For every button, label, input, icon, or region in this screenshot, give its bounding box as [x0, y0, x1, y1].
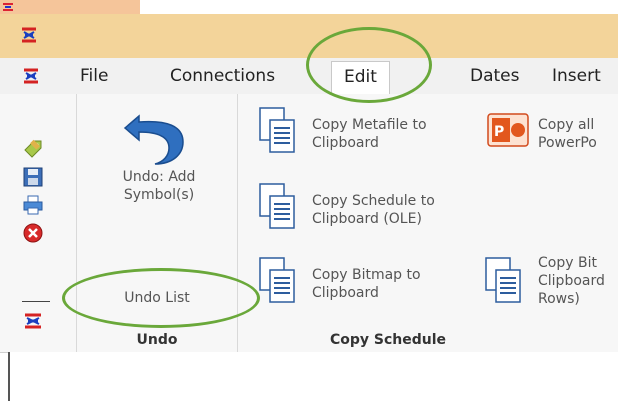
copy-schedule-group-title: Copy Schedule [329, 332, 447, 348]
undo-group: Undo: Add Symbol(s) Undo List Undo [77, 94, 238, 352]
copy-all-powerpoint-button[interactable]: Copy all PowerPo [538, 116, 597, 152]
toolbar-separator [22, 301, 50, 302]
print-icon[interactable] [22, 194, 44, 216]
document-copy-icon[interactable] [258, 256, 298, 306]
tag-icon[interactable] [22, 138, 44, 160]
menu-edit[interactable]: Edit [331, 61, 390, 95]
menu-file[interactable]: File [80, 58, 108, 94]
quick-access-toolbar [0, 94, 77, 352]
app-logo-icon[interactable] [22, 310, 44, 332]
menu-insert[interactable]: Insert [552, 58, 601, 94]
undo-group-title: Undo [136, 332, 178, 348]
ribbon: Undo: Add Symbol(s) Undo List Undo Copy … [0, 94, 618, 353]
app-logo-icon [22, 27, 36, 43]
app-logo-icon[interactable] [22, 67, 40, 85]
copy-bitmap-rows-button[interactable]: Copy Bit Clipboard Rows) [538, 254, 605, 308]
undo-list-button[interactable]: Undo List [107, 289, 207, 307]
menu-dates[interactable]: Dates [470, 58, 520, 94]
copy-schedule-group: Copy Metafile to Clipboard P Copy all Po… [238, 94, 618, 352]
copy-metafile-button[interactable]: Copy Metafile to Clipboard [312, 116, 427, 152]
copy-schedule-ole-button[interactable]: Copy Schedule to Clipboard (OLE) [312, 192, 435, 228]
document-copy-icon[interactable] [258, 106, 298, 156]
document-copy-icon[interactable] [484, 256, 524, 306]
menu-bar: File Connections Edit Dates Insert [0, 58, 618, 95]
undo-button-label[interactable]: Undo: Add Symbol(s) [99, 168, 219, 204]
copy-bitmap-button[interactable]: Copy Bitmap to Clipboard [312, 266, 421, 302]
title-bar [0, 14, 618, 58]
powerpoint-icon[interactable]: P [486, 108, 532, 152]
menu-connections[interactable]: Connections [170, 58, 275, 94]
document-copy-icon[interactable] [258, 182, 298, 232]
close-icon[interactable] [22, 222, 44, 244]
svg-text:P: P [494, 124, 504, 140]
undo-arrow-icon[interactable] [121, 106, 187, 168]
app-logo-icon [3, 3, 13, 11]
save-icon[interactable] [22, 166, 44, 188]
corner-badge [0, 0, 140, 14]
workspace-area[interactable] [8, 352, 618, 401]
